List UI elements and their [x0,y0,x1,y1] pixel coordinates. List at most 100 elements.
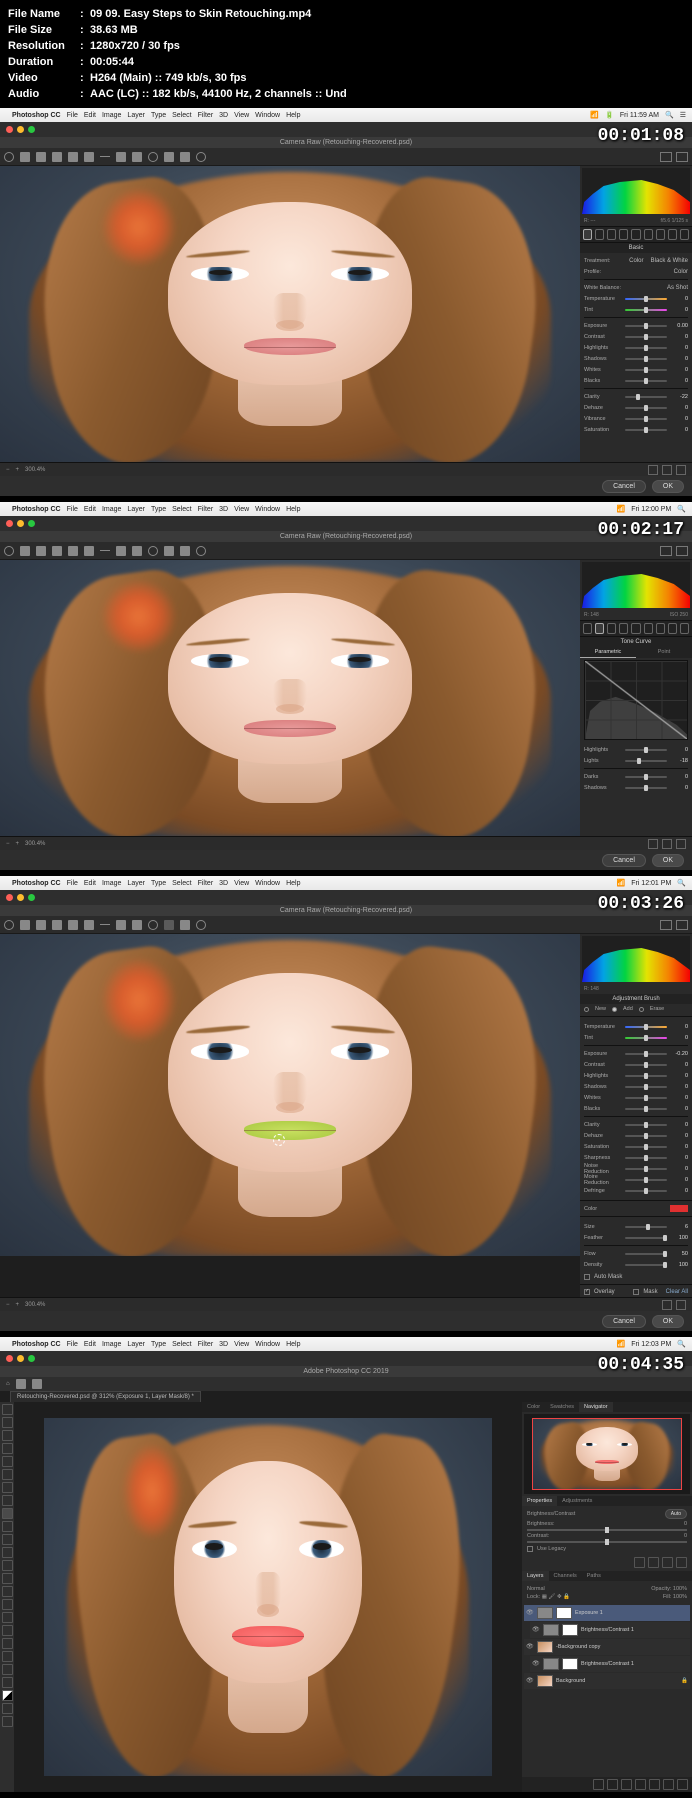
slider-value[interactable]: -0.20 [670,1051,688,1057]
adjustment-brush-icon[interactable] [164,546,174,556]
menubar-clock[interactable]: Fri 12:01 PM [631,880,671,887]
brush-preset-icon[interactable] [32,1379,42,1389]
menu-view[interactable]: View [234,1341,249,1348]
tab-fx-icon[interactable] [656,623,665,634]
slider-value[interactable]: 0 [670,378,688,384]
menu-edit[interactable]: Edit [84,880,96,887]
slider-knob[interactable] [644,356,648,362]
swatches-tab[interactable]: Swatches [545,1402,579,1412]
color-sampler-icon[interactable] [52,920,62,930]
ok-button[interactable]: OK [652,480,684,493]
menu-view[interactable]: View [234,880,249,887]
slider-value[interactable]: 100 [670,1235,688,1241]
overlay-checkbox[interactable] [584,1289,590,1295]
slider-track[interactable] [625,1124,667,1126]
layer-name[interactable]: Background [556,1678,585,1684]
zoom-out-icon[interactable]: − [6,467,10,473]
navigator-panel[interactable] [524,1414,690,1494]
slider-track[interactable] [625,347,667,349]
crop-tool-icon[interactable] [84,152,94,162]
menu-layer[interactable]: Layer [127,880,145,887]
slider-knob[interactable] [644,296,648,302]
menu-help[interactable]: Help [286,880,300,887]
minimize-window-icon[interactable] [17,1355,24,1362]
zoom-in-icon[interactable]: + [16,1302,20,1308]
menu-view[interactable]: View [234,112,249,119]
zoom-out-icon[interactable]: − [6,841,10,847]
menu-edit[interactable]: Edit [84,112,96,119]
fullscreen-icon[interactable] [676,920,688,930]
slider-knob[interactable] [644,1177,648,1183]
slider-track[interactable] [625,336,667,338]
slider-track[interactable] [625,325,667,327]
close-window-icon[interactable] [6,126,13,133]
slider-track[interactable] [625,1190,667,1192]
menu-window[interactable]: Window [255,506,280,513]
layer-visibility-icon[interactable] [526,1643,534,1651]
slider-value[interactable]: 6 [670,1224,688,1230]
redeye-icon[interactable] [148,920,158,930]
crop-tool-icon[interactable] [2,1456,13,1467]
lock-transparency-icon[interactable]: ▦ [542,1594,547,1600]
zoom-in-icon[interactable]: + [16,841,20,847]
minimize-window-icon[interactable] [17,520,24,527]
brush-color-swatch[interactable] [670,1205,688,1212]
menu-window[interactable]: Window [255,880,280,887]
cancel-button[interactable]: Cancel [602,854,646,867]
healing-tool-icon[interactable] [2,1495,13,1506]
mask-new-radio[interactable] [584,1007,589,1012]
layer-row[interactable]: Exposure 1 [524,1605,690,1621]
wifi-icon[interactable]: 📶 [616,1340,625,1348]
target-adjust-icon[interactable] [68,152,78,162]
mac-menubar[interactable]: Photoshop CCFileEditImageLayerTypeSelect… [0,876,692,890]
slider-value[interactable]: -22 [670,394,688,400]
slider-knob[interactable] [644,367,648,373]
layer-visibility-icon[interactable] [532,1660,540,1668]
radial-filter-icon[interactable] [196,152,206,162]
slider-knob[interactable] [644,774,648,780]
tab-detail-icon[interactable] [607,623,616,634]
eraser-tool-icon[interactable] [2,1547,13,1558]
wb-tool-icon[interactable] [36,920,46,930]
histogram[interactable] [582,168,690,214]
menu-3d[interactable]: 3D [219,880,228,887]
menu-3d[interactable]: 3D [219,1341,228,1348]
zoom-tool-icon[interactable] [4,920,14,930]
document-tab[interactable]: Retouching-Recovered.psd @ 312% (Exposur… [10,1391,201,1402]
reset-icon[interactable] [662,1557,673,1568]
tab-presets-icon[interactable] [680,229,689,240]
link-layers-icon[interactable] [593,1779,604,1790]
menubar-clock[interactable]: Fri 12:03 PM [631,1341,671,1348]
slider-value[interactable]: 0 [670,1177,688,1183]
menu-layer[interactable]: Layer [127,1341,145,1348]
before-after-icon[interactable] [660,152,672,162]
slider-knob[interactable] [644,1051,648,1057]
next-image-icon[interactable] [662,465,672,475]
menu-select[interactable]: Select [172,112,191,119]
menu-type[interactable]: Type [151,112,166,119]
spot-removal-icon[interactable] [132,920,142,930]
gradient-tool-icon[interactable] [2,1560,13,1571]
cancel-button[interactable]: Cancel [602,480,646,493]
notification-icon[interactable]: ☰ [680,111,686,119]
layer-mask-thumb[interactable] [562,1658,578,1670]
fg-bg-color-icon[interactable] [2,1690,13,1701]
layer-name[interactable]: Brightness/Contrast 1 [581,1661,634,1667]
menu-type[interactable]: Type [151,1341,166,1348]
clip-icon[interactable] [634,1557,645,1568]
properties-tab[interactable]: Properties [522,1496,557,1506]
spotlight-icon[interactable]: 🔍 [677,505,686,513]
brightness-slider[interactable] [605,1527,609,1533]
graduated-filter-icon[interactable] [180,152,190,162]
slider-track[interactable] [625,1026,667,1028]
slider-track[interactable] [625,1037,667,1039]
channels-tab[interactable]: Channels [549,1571,582,1581]
tab-split-icon[interactable] [631,229,640,240]
swap-view-icon[interactable] [676,839,686,849]
mac-menubar[interactable]: Photoshop CC File Edit Image Layer Type … [0,108,692,122]
slider-knob[interactable] [644,747,648,753]
menu-layer[interactable]: Layer [127,112,145,119]
tone-curve-graph[interactable] [584,660,688,740]
slider-track[interactable] [625,749,667,751]
lock-pixels-icon[interactable]: 🖌 [548,1594,555,1600]
